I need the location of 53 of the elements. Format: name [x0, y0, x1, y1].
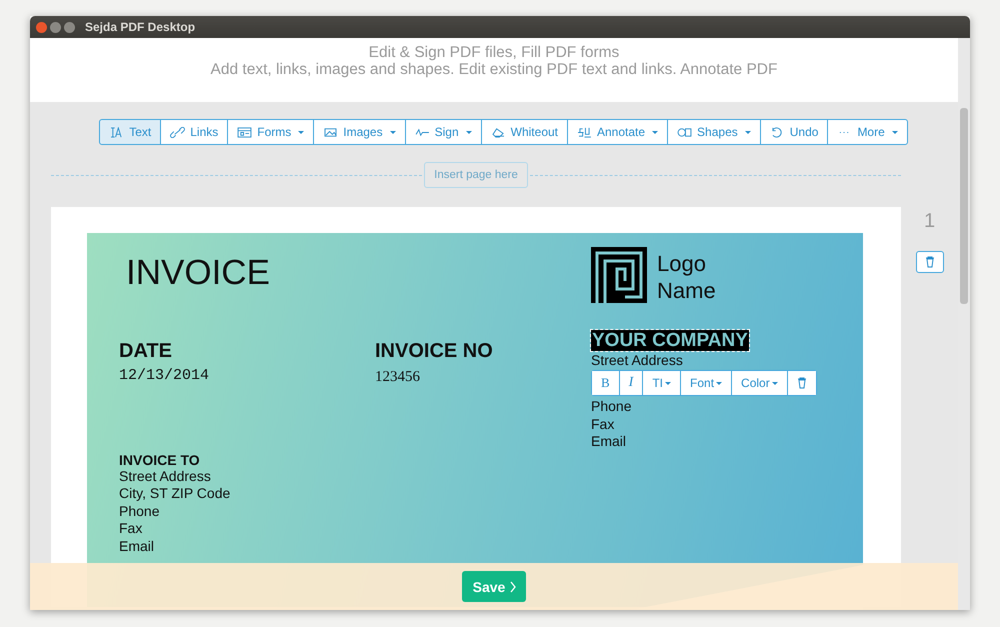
chevron-right-icon	[510, 580, 516, 592]
eraser-icon	[490, 126, 506, 138]
maze-logo-icon	[591, 247, 647, 303]
form-icon	[237, 126, 252, 138]
shapes-tool[interactable]: Shapes	[667, 119, 761, 145]
image-icon	[323, 126, 338, 138]
links-tool[interactable]: Links	[160, 119, 228, 145]
whiteout-tool[interactable]: Whiteout	[480, 119, 568, 145]
close-icon[interactable]	[36, 22, 47, 32]
save-button[interactable]: Save	[462, 571, 526, 602]
date-value: 12/13/2014	[119, 367, 210, 384]
images-tool[interactable]: Images	[313, 119, 406, 145]
more-menu[interactable]: More	[827, 119, 908, 145]
scrollbar[interactable]	[958, 38, 970, 610]
address-line: City, ST ZIP Code	[119, 485, 232, 503]
header-text: Add text, links, images and shapes. Edit existing PDF text and links. Annotate PDF	[210, 61, 778, 78]
address-line: Email	[119, 538, 156, 556]
strikethrough-icon	[577, 126, 592, 138]
trash-icon	[924, 256, 934, 268]
address-line: Street Address	[119, 468, 212, 486]
header-text: Edit & Sign PDF files, Fill PDF forms	[368, 44, 620, 61]
insert-page-button[interactable]: Insert page here	[424, 162, 528, 188]
minimize-icon[interactable]	[50, 22, 61, 32]
logo-text: Name	[657, 277, 716, 304]
text-tool[interactable]: Text	[99, 119, 162, 145]
delete-page-button[interactable]	[916, 251, 944, 273]
maximize-icon[interactable]	[64, 22, 75, 32]
invoice-title: INVOICE	[126, 253, 271, 294]
sign-tool[interactable]: Sign	[404, 119, 482, 145]
forms-tool[interactable]: Forms	[227, 119, 314, 145]
invoice-number-value: 123456	[375, 369, 421, 386]
trash-icon	[796, 377, 807, 389]
address-line: Fax	[591, 416, 616, 434]
invoice-to-label: INVOICE TO	[119, 452, 201, 468]
selected-company-text[interactable]: YOUR COMPANY	[591, 330, 749, 351]
address-line: Street Address	[591, 352, 684, 370]
window-title: Sejda PDF Desktop	[85, 20, 196, 34]
shapes-icon	[677, 126, 692, 138]
text-cursor-icon	[109, 126, 124, 138]
scrollbar-thumb[interactable]	[960, 108, 968, 304]
address-line: Email	[591, 433, 628, 451]
undo-button[interactable]: Undo	[760, 119, 828, 145]
signature-icon	[414, 126, 430, 138]
address-line: Fax	[119, 520, 144, 538]
address-line: Phone	[119, 502, 160, 520]
annotate-tool[interactable]: Annotate	[567, 119, 668, 145]
logo-text: Logo	[657, 250, 707, 277]
invoice-number-label: INVOICE NO	[375, 340, 494, 363]
date-label: DATE	[119, 340, 173, 363]
link-icon	[170, 126, 186, 138]
address-line: Phone	[591, 398, 632, 416]
bold-button[interactable]: B	[592, 371, 620, 395]
page-number: 1	[924, 210, 936, 233]
